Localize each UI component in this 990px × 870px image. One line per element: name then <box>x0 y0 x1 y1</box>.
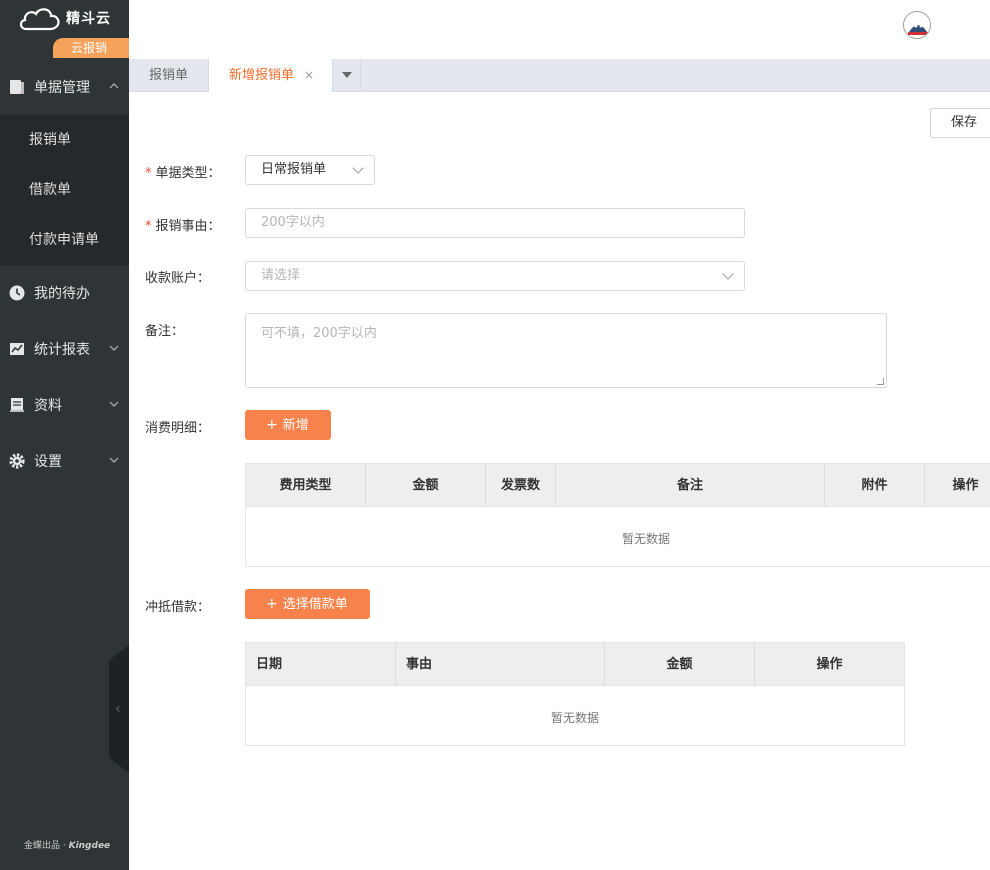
expense-table-header: 费用类型 金额 发票数 备注 附件 操作 <box>246 464 990 507</box>
column-header: 金额 <box>605 643 755 686</box>
nav-group-settings: 设置 <box>0 433 129 489</box>
book-icon <box>10 398 24 412</box>
nav-todo[interactable]: 我的待办 <box>0 265 129 321</box>
footer-brand-prefix: 金蝶出品 · <box>24 841 69 851</box>
chart-icon <box>10 343 24 355</box>
footer-brand: 金蝶出品 · Kingdee <box>24 838 110 851</box>
column-header: 附件 <box>825 464 925 507</box>
resize-handle-icon[interactable] <box>877 378 884 385</box>
column-header: 日期 <box>246 643 396 686</box>
sidebar-item-expense-report[interactable]: 报销单 <box>0 115 129 165</box>
nav-group-todo: 我的待办 <box>0 265 129 321</box>
chevron-down-icon <box>109 457 119 463</box>
expense-table: 费用类型 金额 发票数 备注 附件 操作 暂无数据 <box>245 463 990 567</box>
avatar-icon <box>904 12 930 38</box>
logo-text: 精斗云 <box>66 11 111 27</box>
tab-expense-report[interactable]: 报销单 <box>129 59 208 92</box>
offset-empty-text: 暂无数据 <box>550 711 599 725</box>
logo-badge: 云报销 <box>53 38 129 58</box>
account-placeholder: 请选择 <box>261 268 301 283</box>
avatar[interactable] <box>903 11 931 39</box>
plus-icon: + <box>266 596 278 612</box>
nav-documents[interactable]: 单据管理 <box>0 59 129 115</box>
tab-new-expense-report-label: 新增报销单 <box>229 68 295 83</box>
nav-group-reports: 统计报表 <box>0 321 129 377</box>
documents-submenu: 报销单 借款单 付款申请单 <box>0 115 129 265</box>
nav-data[interactable]: 资料 <box>0 377 129 433</box>
nav-reports-label: 统计报表 <box>34 342 90 358</box>
sidebar-item-loan[interactable]: 借款单 <box>0 165 129 215</box>
column-header: 备注 <box>556 464 825 507</box>
nav-group-documents: 单据管理 报销单 借款单 付款申请单 <box>0 59 129 265</box>
reason-label: * 报销事由： <box>145 219 221 234</box>
offset-table-header: 日期 事由 金额 操作 <box>246 643 904 686</box>
chevron-down-icon <box>109 345 119 351</box>
sidebar-collapse-handle[interactable]: ‹ <box>109 645 129 773</box>
account-select[interactable]: 请选择 <box>245 261 745 291</box>
add-expense-button[interactable]: + 新增 <box>245 410 331 440</box>
chevron-down-icon <box>722 268 734 280</box>
offset-label: 冲抵借款： <box>145 600 211 615</box>
top-header <box>129 0 990 59</box>
tab-new-expense-report[interactable]: 新增报销单 × <box>208 59 333 92</box>
nav-settings[interactable]: 设置 <box>0 433 129 489</box>
close-icon[interactable]: × <box>304 59 314 92</box>
note-placeholder: 可不填，200字以内 <box>261 326 377 341</box>
nav-group-data: 资料 <box>0 377 129 433</box>
tab-bar: 报销单 新增报销单 × <box>129 59 990 92</box>
select-loan-button[interactable]: + 选择借款单 <box>245 589 370 619</box>
account-label: 收款账户： <box>145 271 211 286</box>
plus-icon: + <box>266 417 278 433</box>
tab-dropdown-button[interactable] <box>333 59 361 92</box>
nav-documents-label: 单据管理 <box>34 80 90 96</box>
note-textarea[interactable]: 可不填，200字以内 <box>245 313 887 388</box>
doc-type-select[interactable]: 日常报销单 <box>245 155 375 185</box>
cloud-logo-icon <box>19 8 60 31</box>
reason-input[interactable]: 200字以内 <box>245 208 745 238</box>
offset-table: 日期 事由 金额 操作 暂无数据 <box>245 642 905 746</box>
sidebar-item-payment-request[interactable]: 付款申请单 <box>0 215 129 265</box>
column-header: 金额 <box>366 464 486 507</box>
column-header: 发票数 <box>486 464 556 507</box>
sidebar: 精斗云 云报销 单据管理 报销单 借款单 付款申请单 我的待办 统计报表 资料 … <box>0 0 129 870</box>
note-label: 备注： <box>145 324 185 339</box>
expense-empty-text: 暂无数据 <box>621 532 670 546</box>
chevron-left-icon: ‹ <box>115 701 121 717</box>
footer-brand-name: Kingdee <box>68 841 111 851</box>
doc-type-label: * 单据类型： <box>145 166 221 181</box>
column-header: 操作 <box>816 657 843 672</box>
logo[interactable]: 精斗云 云报销 <box>0 0 129 59</box>
chevron-down-icon <box>352 162 364 174</box>
chevron-up-icon <box>109 83 119 89</box>
chevron-down-icon <box>109 401 119 407</box>
nav-settings-label: 设置 <box>34 454 62 470</box>
column-header: 操作 <box>952 478 979 493</box>
nav-reports[interactable]: 统计报表 <box>0 321 129 377</box>
clock-icon <box>9 285 25 301</box>
column-header: 事由 <box>396 643 605 686</box>
nav-todo-label: 我的待办 <box>34 286 90 302</box>
expense-label: 消费明细： <box>145 421 211 436</box>
column-header: 费用类型 <box>246 464 366 507</box>
save-button[interactable]: 保存 <box>930 108 990 138</box>
nav-data-label: 资料 <box>34 398 62 414</box>
doc-type-value: 日常报销单 <box>261 162 327 177</box>
gear-icon <box>9 453 25 469</box>
reason-placeholder: 200字以内 <box>261 215 325 230</box>
document-icon <box>10 80 24 94</box>
